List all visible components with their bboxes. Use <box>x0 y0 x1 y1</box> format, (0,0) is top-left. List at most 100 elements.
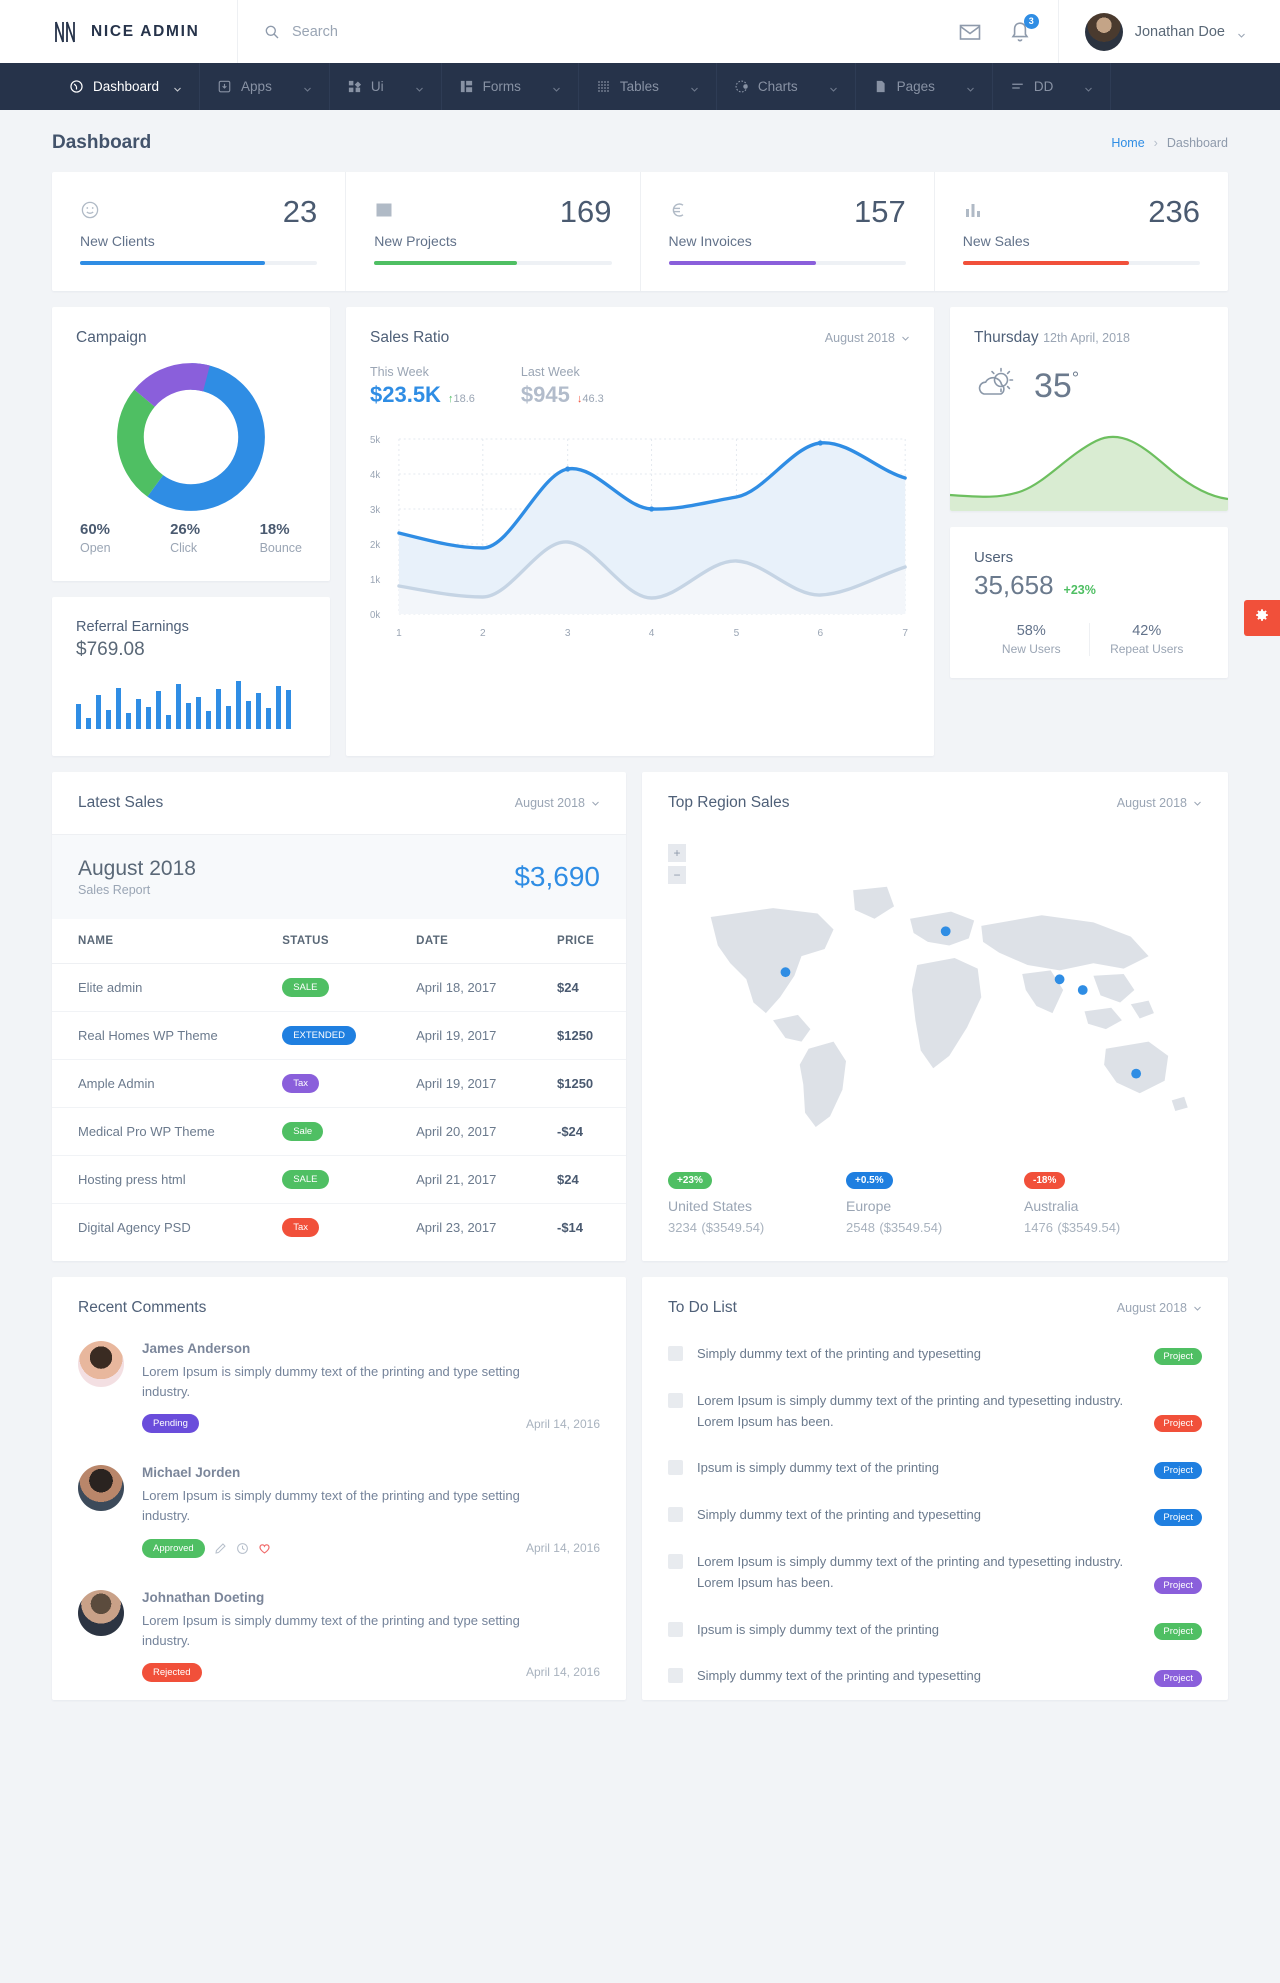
clock-icon[interactable] <box>236 1542 249 1555</box>
nav-item-dashboard[interactable]: Dashboard <box>52 63 201 110</box>
breadcrumb-separator: › <box>1153 136 1158 150</box>
nav-label: Tables <box>619 79 659 94</box>
users-title: Users <box>974 549 1014 566</box>
map-zoom-out-button[interactable]: − <box>668 866 686 884</box>
status-badge: Tax <box>282 1074 319 1093</box>
page-content: Dashboard Home › Dashboard 23 New Client… <box>0 110 1280 1736</box>
nav-label: Apps <box>241 79 272 94</box>
nav-item-forms[interactable]: Forms <box>442 63 579 110</box>
stat-card-new-projects[interactable]: 169 New Projects <box>346 172 641 291</box>
period-label: August 2018 <box>824 331 895 345</box>
speedometer-icon <box>69 79 84 94</box>
todo-checkbox[interactable] <box>668 1621 683 1637</box>
envelope-icon[interactable] <box>958 20 982 44</box>
weather-temperature: 35° <box>1034 367 1079 406</box>
nav-item-pages[interactable]: Pages <box>856 63 993 110</box>
comment-status-badge: Approved <box>142 1538 205 1558</box>
table-row[interactable]: Digital Agency PSD Tax April 23, 2017 -$… <box>52 1204 626 1252</box>
cell-name: Hosting press html <box>52 1155 257 1204</box>
stat-card-new-clients[interactable]: 23 New Clients <box>52 172 347 291</box>
progress-track <box>962 261 1200 265</box>
table-row[interactable]: Elite admin SALE April 18, 2017 $24 <box>52 963 626 1012</box>
image-icon <box>374 200 394 220</box>
todo-period-select[interactable]: August 2018 <box>1117 1301 1202 1315</box>
todo-tag: Project <box>1154 1576 1202 1594</box>
search-input[interactable] <box>292 23 592 40</box>
chevron-down-icon <box>1194 1306 1201 1311</box>
svg-text:3k: 3k <box>370 505 380 516</box>
todo-tag: Project <box>1154 1623 1202 1641</box>
cell-price: -$14 <box>557 1220 584 1235</box>
users-change: +23% <box>1063 583 1096 597</box>
weather-area-chart <box>950 427 1228 511</box>
nav-item-charts[interactable]: Charts <box>717 63 856 110</box>
svg-text:1: 1 <box>396 628 402 639</box>
users-card: Users 35,658 +23% 58% New Users 42% Repe… <box>950 527 1228 678</box>
nav-label: Forms <box>482 79 521 94</box>
cell-status: Tax <box>256 1204 390 1252</box>
status-badge: EXTENDED <box>282 1026 356 1045</box>
stat-value: 23 <box>282 194 318 229</box>
settings-tab-button[interactable] <box>1244 600 1280 636</box>
campaign-metrics: 60% Open 26% Click 18% Bounce <box>76 521 306 559</box>
table-row[interactable]: Real Homes WP Theme EXTENDED April 19, 2… <box>52 1011 626 1060</box>
referral-title: Referral Earnings <box>76 619 189 635</box>
region-badge: +23% <box>668 1172 712 1189</box>
todo-checkbox[interactable] <box>668 1507 683 1523</box>
metric-label: Open <box>80 541 111 555</box>
svg-text:6: 6 <box>818 628 824 639</box>
table-row[interactable]: Hosting press html SALE April 21, 2017 $… <box>52 1155 626 1204</box>
todo-checkbox[interactable] <box>668 1460 683 1476</box>
avatar <box>78 1341 124 1387</box>
todo-checkbox[interactable] <box>668 1553 683 1569</box>
top-region-period-select[interactable]: August 2018 <box>1117 796 1202 810</box>
nav-item-dd[interactable]: DD <box>993 63 1112 110</box>
bell-icon[interactable]: 3 <box>1008 13 1039 44</box>
nav-item-tables[interactable]: Tables <box>579 63 717 110</box>
heart-icon[interactable] <box>258 1542 271 1555</box>
chevron-down-icon <box>173 82 182 92</box>
progress-track <box>80 261 318 265</box>
region-count: 2548 <box>846 1220 875 1235</box>
weather-date: 12th April, 2018 <box>1043 331 1130 345</box>
svg-text:7: 7 <box>902 628 908 639</box>
map-marker <box>1131 1068 1142 1079</box>
avatar <box>78 1589 124 1636</box>
cell-status: SALE <box>256 963 391 1012</box>
progress-fill <box>668 261 816 265</box>
nav-item-apps[interactable]: Apps <box>200 63 330 110</box>
comment-text: Lorem Ipsum is simply dummy text of the … <box>142 1364 520 1400</box>
comment-item: Michael Jorden Lorem Ipsum is simply dum… <box>52 1447 626 1571</box>
todo-checkbox[interactable] <box>668 1668 683 1684</box>
sales-ratio-period-select[interactable]: August 2018 <box>825 331 910 345</box>
map-zoom-in-button[interactable]: + <box>668 844 686 862</box>
stat-card-new-invoices[interactable]: 157 New Invoices <box>641 172 935 291</box>
table-row[interactable]: Ample Admin Tax April 19, 2017 $1250 <box>52 1059 626 1108</box>
chevron-down-icon <box>415 82 424 92</box>
edit-icon[interactable] <box>214 1542 227 1555</box>
table-row[interactable]: Medical Pro WP Theme Sale April 20, 2017… <box>52 1107 626 1156</box>
brand-logo[interactable]: NICE ADMIN <box>0 0 238 63</box>
bar-chart-icon <box>963 200 983 220</box>
comment-author: Michael Jorden <box>142 1465 241 1481</box>
latest-sales-period-select[interactable]: August 2018 <box>515 796 600 810</box>
nav-item-ui[interactable]: Ui <box>330 63 442 110</box>
user-menu[interactable]: Jonathan Doe <box>1057 0 1246 63</box>
todo-text: Simply dummy text of the printing and ty… <box>697 1507 981 1523</box>
world-map[interactable]: + − <box>642 834 1228 1164</box>
status-badge: SALE <box>282 978 329 997</box>
todo-checkbox[interactable] <box>668 1392 683 1408</box>
stat-value: 169 <box>559 194 612 229</box>
todo-item: Simply dummy text of the printing and ty… <box>642 1653 1228 1700</box>
stat-label: New Sales <box>962 233 1030 249</box>
search-bar[interactable] <box>238 0 958 63</box>
progress-track <box>668 261 906 265</box>
region-united-states: +23% United States 3234 ($3549.54) <box>668 1170 846 1237</box>
chevron-down-icon <box>1084 82 1093 92</box>
stat-card-new-sales[interactable]: 236 New Sales <box>935 172 1228 291</box>
cell-name: Medical Pro WP Theme <box>52 1107 257 1156</box>
breadcrumb-home[interactable]: Home <box>1111 136 1144 150</box>
todo-checkbox[interactable] <box>668 1346 683 1361</box>
top-region-title: Top Region Sales <box>668 794 790 811</box>
cell-date: April 18, 2017 <box>390 963 531 1012</box>
